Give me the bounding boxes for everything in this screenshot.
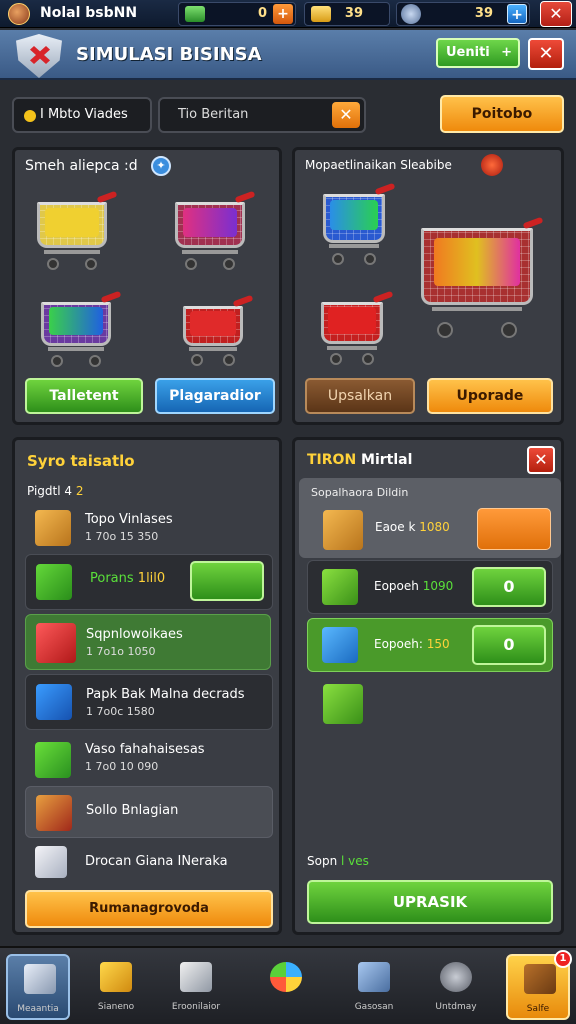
player-name: Nolal bsbNN xyxy=(40,5,138,21)
products-panel: Syro taisatlo Pigdtl 4 2 Topo Vinlases 1… xyxy=(12,437,282,935)
upgrade-panel: Mopaetlinaikan Sleabibe Upsalkan Uporade xyxy=(292,147,564,425)
virtual-section-label: Sopalhaora Dildin xyxy=(311,486,409,499)
box-icon xyxy=(323,510,363,550)
header-close-button[interactable]: ✕ xyxy=(528,38,564,70)
virtual-footer-label: Sopn l ves xyxy=(307,854,369,868)
white-box-icon xyxy=(35,846,67,878)
nav-item-tickets[interactable]: Sianeno xyxy=(84,954,148,1020)
top-status-bar: Nolal bsbNN 0 + 39 39 + ✕ xyxy=(0,0,576,28)
header-green-button-label: Ueniti xyxy=(446,45,490,60)
blue-box-icon xyxy=(36,684,72,720)
chest-icon xyxy=(524,964,556,994)
green-box-icon xyxy=(36,564,72,600)
products-subtitle: Pigdtl 4 2 xyxy=(27,484,84,498)
top-orange-button[interactable]: Poitobo xyxy=(440,95,564,133)
virtual-close-button[interactable]: ✕ xyxy=(527,446,555,474)
fruits-icon xyxy=(481,154,503,176)
nav-item-inventory[interactable]: Eroonilaior xyxy=(164,954,228,1020)
box-icon xyxy=(35,510,71,546)
virtual-upgrade-button[interactable]: UPRASIK xyxy=(307,880,553,924)
virtual-panel: TIRON Mirtlal ✕ Sopalhaora Dildin Eaoe k… xyxy=(292,437,564,935)
shop-panel: Smeh aliepca :d ✦ Talletent Plagaradior xyxy=(12,147,282,425)
plus-icon: + xyxy=(501,45,512,60)
filter-pill[interactable]: I Mbto Viades xyxy=(12,97,152,133)
bottom-nav: Meaantia Sianeno Eroonilaior Gasosan Unt… xyxy=(0,946,576,1024)
nav-item-map[interactable] xyxy=(254,954,318,1020)
search-value: Tio Beritan xyxy=(178,107,249,122)
globe-icon xyxy=(270,962,302,992)
virtual-highlight-row[interactable]: Sopalhaora Dildin Eaoe k 1080 xyxy=(299,478,561,558)
add-cash-button[interactable]: + xyxy=(273,4,293,24)
virtual-panel-title: TIRON Mirtlal xyxy=(307,452,413,468)
nav-item-factory[interactable]: Gasosan xyxy=(342,954,406,1020)
factory-icon xyxy=(358,962,390,992)
resource-cash: 0 + xyxy=(178,2,296,26)
nav-item-shop[interactable]: Meaantia xyxy=(6,954,70,1020)
padlock-icon xyxy=(323,684,363,724)
shop-green-button[interactable]: Talletent xyxy=(25,378,143,414)
virtual-orange-button[interactable] xyxy=(477,508,551,550)
products-bottom-button[interactable]: Rumanagrovoda xyxy=(25,890,273,928)
upgrade-orange-button[interactable]: Uporade xyxy=(427,378,553,414)
filter-pill-label: I Mbto Viades xyxy=(40,107,128,122)
coin-dot-icon xyxy=(24,110,36,122)
add-gems-button[interactable]: + xyxy=(507,4,527,24)
buy-button[interactable] xyxy=(190,561,264,601)
cart-item-1[interactable] xyxy=(37,190,118,274)
virtual-row-button[interactable]: 0 xyxy=(472,625,546,665)
upgrade-cart-large[interactable] xyxy=(421,216,544,348)
notification-badge: 1 xyxy=(554,950,572,968)
list-item[interactable]: Topo Vinlases 1 70o 15 350 xyxy=(25,502,273,554)
gears-icon xyxy=(440,962,472,992)
virtual-row-button[interactable]: 0 xyxy=(472,567,546,607)
shop-blue-button[interactable]: Plagaradior xyxy=(155,378,275,414)
cash-icon xyxy=(185,6,205,22)
shop-panel-title: Smeh aliepca :d xyxy=(25,158,138,174)
list-item[interactable]: Drocan Giana INeraka xyxy=(25,844,273,884)
clear-search-button[interactable]: ✕ xyxy=(332,102,360,128)
upgrade-cart-2[interactable] xyxy=(321,290,394,368)
nav-item-settings[interactable]: Untdmay xyxy=(424,954,488,1020)
page-title: SIMULASI BISINSA xyxy=(76,44,262,65)
cube-icon xyxy=(180,962,212,992)
top-close-button[interactable]: ✕ xyxy=(540,1,572,27)
title-header: SIMULASI BISINSA Ueniti + ✕ xyxy=(0,30,576,80)
upgrade-brown-button[interactable]: Upsalkan xyxy=(305,378,415,414)
ticket-icon xyxy=(100,962,132,992)
cart-item-2[interactable] xyxy=(175,190,256,274)
products-panel-title: Syro taisatlo xyxy=(27,452,135,470)
virtual-row-selected[interactable]: Eopoeh: 150 0 xyxy=(307,618,553,672)
list-item-selected[interactable]: Sqpnlowoikaes 1 7o1o 1050 xyxy=(25,614,271,670)
gift-box-icon xyxy=(322,569,358,605)
coin-icon xyxy=(401,4,421,24)
green-bag-icon xyxy=(35,742,71,778)
nav-item-chest[interactable]: Salfe 1 xyxy=(506,950,572,1020)
cart-icon xyxy=(24,964,56,994)
red-basket-icon xyxy=(36,623,76,663)
list-item[interactable]: Vaso fahahaisesas 1 7o0 10 090 xyxy=(25,734,273,786)
cart-item-3[interactable] xyxy=(41,290,122,370)
info-icon[interactable]: ✦ xyxy=(151,156,171,176)
blue-crate-icon xyxy=(322,627,358,663)
list-item[interactable]: Papk Bak Malna decrads 1 7o0c 1580 xyxy=(25,674,273,730)
cart-item-4[interactable] xyxy=(183,294,254,368)
upgrade-panel-title: Mopaetlinaikan Sleabibe xyxy=(305,158,452,172)
search-input[interactable]: Tio Beritan ✕ xyxy=(158,97,366,133)
player-avatar[interactable] xyxy=(8,3,30,25)
resource-gems: 39 + xyxy=(396,2,530,26)
gold-bar-icon xyxy=(311,6,331,22)
list-item[interactable]: Porans 1lil0 xyxy=(25,554,273,610)
header-green-button[interactable]: Ueniti + xyxy=(436,38,520,68)
resource-gold: 39 xyxy=(304,2,390,26)
virtual-row[interactable]: Eopoeh 1090 0 xyxy=(307,560,553,614)
red-box-icon xyxy=(36,795,72,831)
list-item[interactable]: Sollo Bnlagian xyxy=(25,786,273,838)
upgrade-cart-1[interactable] xyxy=(323,182,396,270)
